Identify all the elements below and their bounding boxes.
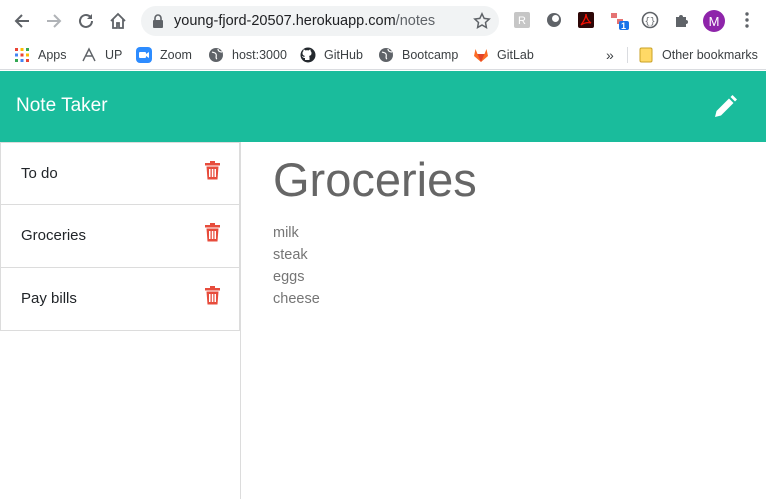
back-button[interactable] <box>10 9 34 33</box>
new-note-button[interactable] <box>711 93 739 126</box>
address-bar[interactable]: young-fjord-20507.herokuapp.com/notes <box>141 6 499 36</box>
svg-text:R: R <box>518 15 526 27</box>
list-item[interactable]: Pay bills <box>0 268 240 331</box>
svg-text:{}: {} <box>645 17 656 27</box>
brand-title[interactable]: Note Taker <box>16 95 108 117</box>
trash-icon <box>205 161 220 180</box>
other-bookmarks-label: Other bookmarks <box>662 48 758 62</box>
extension-braces-icon[interactable]: {} <box>641 11 659 29</box>
extension-badge: 1 <box>621 21 627 31</box>
globe-icon <box>378 47 394 63</box>
zoom-icon <box>136 47 152 63</box>
up-icon <box>81 47 97 63</box>
bookmark-label: Bootcamp <box>402 48 459 62</box>
bookmark-star-icon[interactable] <box>473 12 491 30</box>
note-body-line: steak <box>273 247 308 263</box>
active-note-body[interactable]: milk steak eggs cheese <box>273 222 320 310</box>
folder-icon <box>638 47 654 63</box>
bookmark-label: GitLab <box>497 48 534 62</box>
extension-r-icon[interactable]: R <box>513 11 531 29</box>
note-title: Pay bills <box>21 290 77 307</box>
notes-list: To do Groceries Pay bills <box>0 142 241 499</box>
bookmarks-divider <box>627 47 628 63</box>
bookmarks-bar: Apps UP Zoom host:3000 GitHub Bootcamp G… <box>0 40 766 70</box>
back-arrow-icon <box>14 14 29 28</box>
delete-note-button[interactable] <box>204 223 221 247</box>
bookmark-label: Zoom <box>160 48 192 62</box>
extension-pdf-icon[interactable] <box>577 11 595 29</box>
home-button[interactable] <box>106 9 130 33</box>
note-body-line: cheese <box>273 291 320 307</box>
chrome-menu-icon[interactable] <box>738 11 756 29</box>
reload-button[interactable] <box>74 9 98 33</box>
url-host: young-fjord-20507.herokuapp.com <box>174 13 396 29</box>
globe-icon <box>208 47 224 63</box>
bookmark-gitlab[interactable]: GitLab <box>473 45 534 65</box>
apps-grid-icon <box>14 47 30 63</box>
url-path: /notes <box>395 13 436 29</box>
bookmark-label: UP <box>105 48 123 62</box>
note-title: To do <box>21 165 58 182</box>
forward-arrow-icon <box>47 14 62 28</box>
bookmark-host[interactable]: host:3000 <box>208 45 287 65</box>
list-item[interactable]: To do <box>0 142 240 205</box>
github-icon <box>300 47 316 63</box>
note-title: Groceries <box>21 227 87 244</box>
delete-note-button[interactable] <box>204 161 221 185</box>
bookmark-up[interactable]: UP <box>81 45 122 65</box>
gitlab-icon <box>473 47 489 63</box>
bookmark-apps[interactable]: Apps <box>14 45 67 65</box>
lock-icon <box>153 14 163 28</box>
app-navbar: Note Taker <box>0 71 766 142</box>
extension-orb-icon[interactable] <box>545 11 563 29</box>
extension-flow-icon[interactable]: 1 <box>610 11 629 31</box>
note-body-line: eggs <box>273 269 305 285</box>
profile-avatar[interactable]: M <box>703 10 725 32</box>
bookmark-bootcamp[interactable]: Bootcamp <box>378 45 458 65</box>
bookmark-github[interactable]: GitHub <box>300 45 363 65</box>
list-item[interactable]: Groceries <box>0 205 240 268</box>
bookmark-label: GitHub <box>324 48 363 62</box>
other-bookmarks[interactable]: Other bookmarks <box>638 45 758 65</box>
delete-note-button[interactable] <box>204 286 221 310</box>
trash-icon <box>205 223 220 242</box>
pencil-icon <box>715 95 737 117</box>
extensions-puzzle-icon[interactable] <box>673 11 691 29</box>
browser-toolbar: young-fjord-20507.herokuapp.com/notes R … <box>0 0 766 40</box>
bookmarks-overflow-button[interactable]: » <box>606 45 614 65</box>
note-body-line: milk <box>273 225 299 241</box>
bookmark-label: host:3000 <box>232 48 287 62</box>
bookmark-label: Apps <box>38 48 67 62</box>
home-icon <box>110 12 126 29</box>
url-text: young-fjord-20507.herokuapp.com/notes <box>174 13 435 29</box>
reload-icon <box>79 13 93 28</box>
forward-button[interactable] <box>42 9 66 33</box>
bookmark-zoom[interactable]: Zoom <box>136 45 192 65</box>
active-note-title[interactable]: Groceries <box>273 152 477 207</box>
trash-icon <box>205 286 220 305</box>
